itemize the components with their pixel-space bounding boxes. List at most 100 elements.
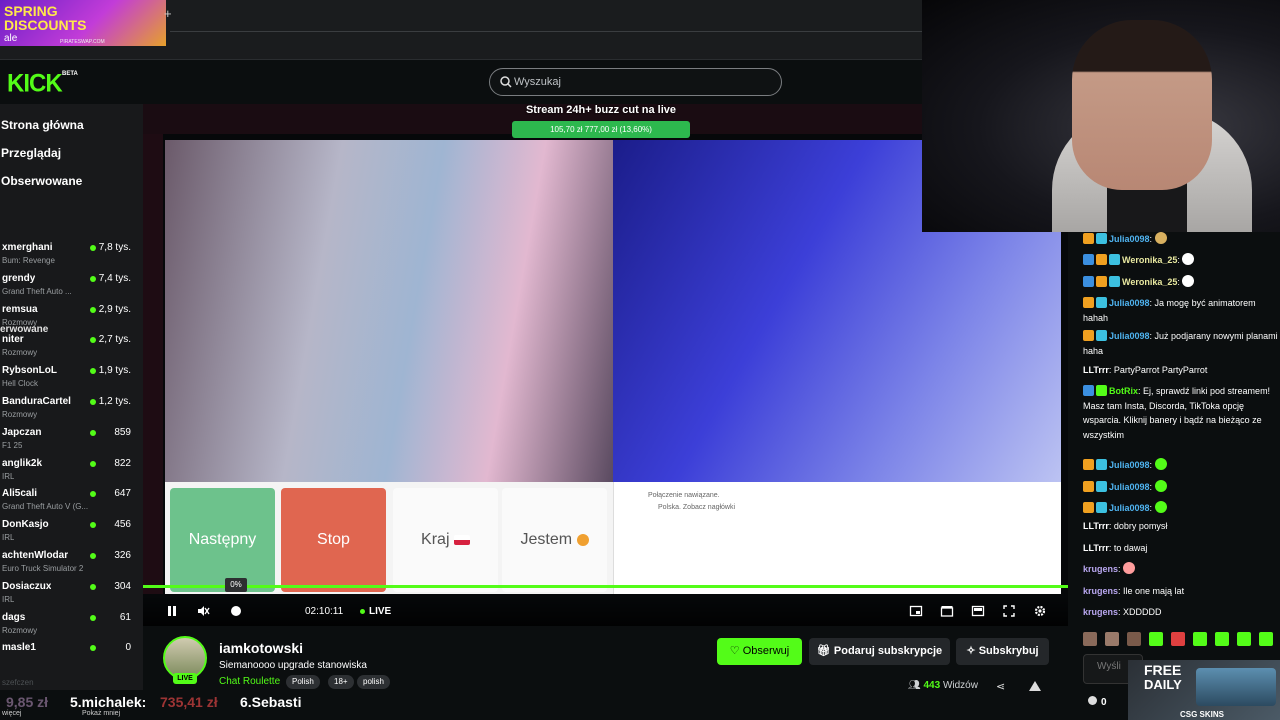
sidebar-channel[interactable]: Dosiaczux IRL 304 <box>2 581 142 611</box>
chat-username[interactable]: Weronika_25 <box>1122 277 1177 287</box>
search-bar[interactable] <box>489 68 782 96</box>
ticker-donor: 5.michalek: <box>70 694 147 710</box>
chat-message: Julia0098: <box>1083 458 1278 473</box>
emote-icon[interactable] <box>1171 632 1185 646</box>
emote-icon[interactable] <box>1127 632 1141 646</box>
channel-viewers: 61 <box>119 611 131 623</box>
chat-username[interactable]: LLTrrr <box>1083 521 1109 531</box>
chat-username[interactable]: Julia0098 <box>1109 331 1150 341</box>
chat-text: to dawaj <box>1113 543 1148 553</box>
sidebar-channel[interactable]: anglik2k IRL 822 <box>2 458 142 488</box>
plus-icon[interactable]: + <box>164 6 172 21</box>
crown-badge-icon <box>1083 233 1094 244</box>
tag-18plus[interactable]: 18+ <box>328 675 354 689</box>
share-icon[interactable]: ⋖ <box>996 680 1005 693</box>
pause-icon[interactable] <box>165 604 179 618</box>
chat-message: krugens: <box>1083 562 1278 577</box>
settings-gear-icon[interactable] <box>1033 604 1047 618</box>
chat-username[interactable]: Julia0098 <box>1109 298 1150 308</box>
chat-username[interactable]: Julia0098 <box>1109 482 1150 492</box>
sidebar-channel[interactable]: Japczan F1 25 859 <box>2 427 142 457</box>
fullscreen-icon[interactable] <box>1002 604 1016 618</box>
live-dot <box>90 306 96 313</box>
chat-username[interactable]: LLTrrr <box>1083 543 1109 553</box>
chat-username[interactable]: krugens <box>1083 607 1118 617</box>
webcam-head <box>1072 20 1212 190</box>
sidebar-channel[interactable]: remsua Rozmowy 2,9 tys. <box>2 304 142 334</box>
sidebar-channel[interactable]: grendy Grand Theft Auto ... 7,4 tys. <box>2 273 142 303</box>
channel-viewers: 2,9 tys. <box>98 303 131 315</box>
live-dot <box>90 429 96 436</box>
sidebar-channel[interactable]: BanduraCartel Rozmowy 1,2 tys. <box>2 396 142 426</box>
sidebar-channel[interactable]: xmerghani Bum: Revenge 7,8 tys. <box>2 242 142 272</box>
emote-icon <box>1123 562 1136 574</box>
country-label: Kraj <box>421 531 450 548</box>
chat-username[interactable]: krugens <box>1083 564 1118 574</box>
show-less-link[interactable]: Pokaż mniej <box>82 710 120 717</box>
sidebar-channel[interactable]: achtenWlodar Euro Truck Simulator 2 326 <box>2 550 142 580</box>
emote-icon[interactable] <box>1083 632 1097 646</box>
live-dot <box>90 460 96 467</box>
streamer-name[interactable]: iamkotowski <box>219 640 303 656</box>
subscribe-button[interactable]: ✧ Subskrybuj <box>956 638 1049 665</box>
show-more-link[interactable]: więcej <box>2 710 21 717</box>
sidebar-channel[interactable]: dags Rozmowy 61 <box>2 612 142 642</box>
chat-message: Julia0098: <box>1083 480 1278 495</box>
chat-username[interactable]: Weronika_25 <box>1122 255 1177 265</box>
video-side-toolbar <box>143 134 163 594</box>
chat-message: Julia0098: Już podjarany nowymi planami … <box>1083 330 1278 356</box>
clip-icon[interactable] <box>940 604 954 618</box>
sidebar-channel[interactable]: RybsonLoL Hell Clock 1,9 tys. <box>2 365 142 395</box>
sub-badge-icon <box>1096 459 1107 470</box>
heart-icon: ♡ <box>729 645 740 657</box>
kick-logo[interactable]: KICK <box>7 69 63 98</box>
emote-icon[interactable] <box>1149 632 1163 646</box>
nav-browse[interactable]: Przeglądaj <box>1 146 61 160</box>
chat-username[interactable]: LLTrrr <box>1083 365 1109 375</box>
emote-icon <box>1182 275 1195 287</box>
tag-polish[interactable]: Polish <box>286 675 320 689</box>
emote-icon[interactable] <box>1215 632 1229 646</box>
sidebar-channel[interactable]: Ali5cali Grand Theft Auto V (G... 647 <box>2 488 142 518</box>
gift-sub-button[interactable]: 🎁︎ Podaruj subskrypcje <box>809 638 950 665</box>
nav-home[interactable]: Strona główna <box>1 118 84 132</box>
points-value: 0 <box>1101 697 1107 708</box>
emote-icon[interactable] <box>1105 632 1119 646</box>
emote-bar[interactable] <box>1083 632 1280 648</box>
search-input[interactable] <box>514 73 769 91</box>
channel-viewers: 7,4 tys. <box>98 272 131 284</box>
promo-banner[interactable]: SPRING DISCOUNTS ale PIRATESWAP.COM <box>0 0 166 46</box>
csgo-skins-banner[interactable]: FREE DAILY CSG SKINS <box>1128 660 1280 720</box>
chat-username[interactable]: Julia0098 <box>1109 503 1150 513</box>
report-icon[interactable] <box>1029 681 1041 691</box>
crown-badge-icon <box>1083 502 1094 513</box>
sidebar-channel[interactable]: masle1 0 <box>2 642 142 672</box>
person-icon <box>576 534 589 546</box>
emote-icon[interactable] <box>1259 632 1273 646</box>
points-counter[interactable]: 0 <box>1088 696 1107 708</box>
chat-username[interactable]: krugens <box>1083 586 1118 596</box>
gift-icon: 🎁︎ <box>816 645 831 657</box>
channel-name: anglik2k <box>2 457 43 469</box>
emote-icon <box>1154 458 1167 470</box>
chat-username[interactable]: BotRix <box>1109 386 1138 396</box>
progress-bar[interactable] <box>143 585 1068 588</box>
follow-button[interactable]: ♡ Obserwuj <box>717 638 802 665</box>
avatar-live-badge: LIVE <box>173 673 197 684</box>
stream-category[interactable]: Chat Roulette <box>219 676 280 687</box>
mute-icon[interactable] <box>196 604 210 618</box>
emote-icon <box>1182 253 1195 265</box>
pip-icon[interactable] <box>909 604 923 618</box>
sub-badge-icon <box>1109 276 1120 287</box>
sidebar-channel[interactable]: niter Rozmowy 2,7 tys. <box>2 334 142 364</box>
sidebar-channel[interactable]: DonKasjo IRL 456 <box>2 519 142 549</box>
chat-username[interactable]: Julia0098 <box>1109 460 1150 470</box>
emote-icon[interactable] <box>1193 632 1207 646</box>
nav-following[interactable]: Obserwowane <box>1 174 82 188</box>
volume-knob[interactable] <box>229 604 243 618</box>
emote-icon[interactable] <box>1237 632 1251 646</box>
tag-polish-2[interactable]: polish <box>357 675 390 689</box>
chat-username[interactable]: Julia0098 <box>1109 234 1150 244</box>
theater-icon[interactable] <box>971 604 985 618</box>
live-label: LIVE <box>369 606 392 617</box>
